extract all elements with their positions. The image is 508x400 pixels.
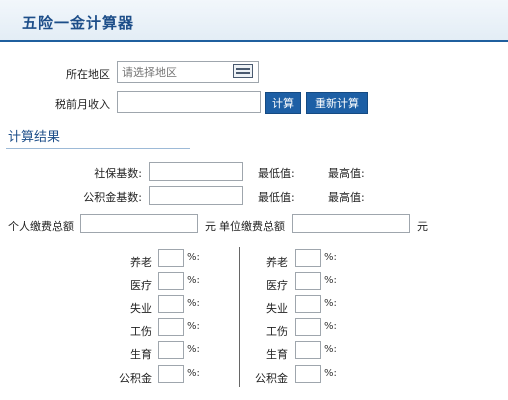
percent-label: %: (324, 275, 337, 286)
page-title: 五险一金计算器 (22, 14, 135, 32)
results-divider (6, 148, 190, 149)
personal-total-input[interactable] (80, 214, 198, 233)
company-rate-label: 失业 (266, 302, 288, 315)
company-total-unit: 元 (417, 220, 428, 233)
income-input[interactable] (117, 91, 261, 113)
personal-rate-input[interactable] (158, 318, 184, 336)
personal-rate-input[interactable] (158, 272, 184, 290)
personal-rate-input[interactable] (158, 249, 184, 267)
percent-label: %: (324, 298, 337, 309)
personal-rate-label: 医疗 (130, 279, 152, 292)
social-base-input[interactable] (149, 162, 243, 181)
region-picker-icon[interactable] (233, 64, 253, 78)
personal-rate-input[interactable] (158, 341, 184, 359)
percent-label: %: (324, 368, 337, 379)
recalculate-button[interactable]: 重新计算 (306, 92, 368, 114)
company-rate-label: 养老 (266, 256, 288, 269)
percent-label: %: (187, 298, 200, 309)
personal-total-label: 个人缴费总额 (8, 220, 74, 233)
company-total-input[interactable] (292, 214, 410, 233)
company-rate-input[interactable] (295, 272, 321, 290)
percent-label: %: (324, 252, 337, 263)
company-rate-input[interactable] (295, 249, 321, 267)
company-rate-label: 工伤 (266, 325, 288, 338)
personal-rate-input[interactable] (158, 295, 184, 313)
fund-base-label: 公积金基数: (83, 191, 142, 204)
percent-label: %: (324, 344, 337, 355)
results-title: 计算结果 (8, 130, 61, 145)
percent-label: %: (187, 344, 200, 355)
percent-label: %: (187, 368, 200, 379)
company-rate-label: 医疗 (266, 279, 288, 292)
personal-rate-input[interactable] (158, 365, 184, 383)
fund-max-label: 最高值: (328, 191, 365, 204)
region-label: 所在地区 (66, 68, 110, 81)
social-min-label: 最低值: (258, 167, 295, 180)
company-rate-input[interactable] (295, 295, 321, 313)
personal-rate-label: 生育 (130, 348, 152, 361)
company-rate-label: 公积金 (255, 372, 288, 385)
percent-label: %: (187, 275, 200, 286)
income-label: 税前月收入 (55, 98, 110, 111)
personal-total-unit: 元 (205, 220, 216, 233)
percent-label: %: (324, 321, 337, 332)
percent-label: %: (187, 252, 200, 263)
fund-min-label: 最低值: (258, 191, 295, 204)
personal-rate-label: 养老 (130, 256, 152, 269)
social-base-label: 社保基数: (94, 167, 142, 180)
company-rate-input[interactable] (295, 341, 321, 359)
personal-rate-label: 失业 (130, 302, 152, 315)
percent-label: %: (187, 321, 200, 332)
social-max-label: 最高值: (328, 167, 365, 180)
calculate-button[interactable]: 计算 (265, 92, 301, 114)
company-total-label: 单位缴费总额 (219, 220, 285, 233)
fund-base-input[interactable] (149, 186, 243, 205)
rates-column-divider (239, 247, 240, 387)
personal-rate-label: 工伤 (130, 325, 152, 338)
company-rate-input[interactable] (295, 318, 321, 336)
personal-rate-label: 公积金 (119, 372, 152, 385)
company-rate-input[interactable] (295, 365, 321, 383)
company-rate-label: 生育 (266, 348, 288, 361)
